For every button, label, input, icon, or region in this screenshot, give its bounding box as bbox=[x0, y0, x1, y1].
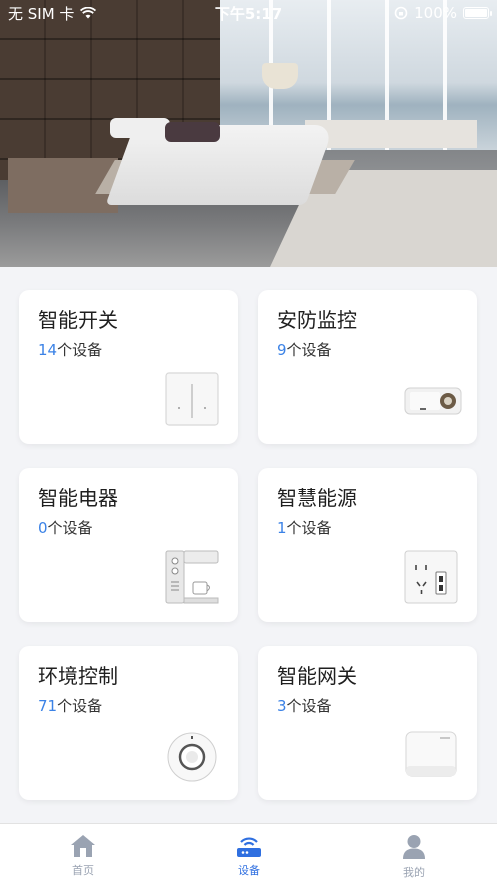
tab-label: 首页 bbox=[72, 864, 94, 877]
device-count-unit: 个设备 bbox=[47, 519, 93, 537]
hero-lamp bbox=[262, 63, 298, 89]
card-title: 智能电器 bbox=[38, 486, 118, 510]
rotation-lock-icon bbox=[394, 6, 408, 20]
battery-percent: 100% bbox=[414, 4, 457, 22]
hero-banner-image bbox=[0, 0, 497, 267]
router-icon bbox=[237, 837, 261, 857]
category-card-gateway[interactable]: 智能网关 3个设备 bbox=[258, 646, 477, 800]
bottom-tab-bar: 首页 设备 我的 bbox=[0, 823, 497, 883]
wall-socket-icon bbox=[404, 550, 458, 604]
device-count-number: 0 bbox=[38, 519, 48, 537]
card-title: 安防监控 bbox=[277, 308, 357, 332]
home-icon bbox=[71, 835, 95, 857]
doorbell-camera-icon bbox=[404, 387, 462, 415]
category-card-environment[interactable]: 环境控制 71个设备 bbox=[19, 646, 238, 800]
card-title: 智能网关 bbox=[277, 664, 357, 688]
user-icon bbox=[403, 835, 425, 859]
clock: 下午5:17 bbox=[214, 4, 283, 23]
status-bar: 无 SIM 卡 下午5:17 100% bbox=[0, 0, 497, 26]
device-count-number: 1 bbox=[277, 519, 287, 537]
card-device-count: 14个设备 bbox=[38, 339, 102, 360]
card-device-count: 71个设备 bbox=[38, 695, 102, 716]
gateway-icon bbox=[405, 731, 457, 777]
tab-label: 设备 bbox=[238, 864, 260, 877]
hero-pillow bbox=[165, 122, 220, 142]
device-count-number: 71 bbox=[38, 697, 58, 715]
card-device-count: 9个设备 bbox=[277, 339, 332, 360]
smart-switch-icon bbox=[165, 372, 219, 426]
tab-label: 我的 bbox=[403, 866, 425, 879]
card-device-count: 0个设备 bbox=[38, 517, 93, 538]
sensor-icon bbox=[167, 732, 217, 782]
category-card-security[interactable]: 安防监控 9个设备 bbox=[258, 290, 477, 444]
hero-desk bbox=[305, 120, 477, 148]
status-right: 100% bbox=[394, 4, 492, 22]
device-count-unit: 个设备 bbox=[57, 697, 103, 715]
status-left: 无 SIM 卡 bbox=[8, 3, 97, 24]
device-count-number: 9 bbox=[277, 341, 287, 359]
card-title: 智能开关 bbox=[38, 308, 118, 332]
hero-pillow bbox=[110, 118, 170, 138]
device-count-unit: 个设备 bbox=[57, 341, 103, 359]
card-title: 环境控制 bbox=[38, 664, 118, 688]
coffee-machine-icon bbox=[165, 550, 219, 604]
card-title: 智慧能源 bbox=[277, 486, 357, 510]
wifi-icon bbox=[80, 7, 97, 19]
category-card-smart-switch[interactable]: 智能开关 14个设备 bbox=[19, 290, 238, 444]
device-count-number: 14 bbox=[38, 341, 58, 359]
device-count-number: 3 bbox=[277, 697, 287, 715]
category-card-appliance[interactable]: 智能电器 0个设备 bbox=[19, 468, 238, 622]
device-count-unit: 个设备 bbox=[286, 341, 332, 359]
category-card-energy[interactable]: 智慧能源 1个设备 bbox=[258, 468, 477, 622]
device-count-unit: 个设备 bbox=[286, 519, 332, 537]
tab-profile[interactable]: 我的 bbox=[354, 824, 474, 883]
card-device-count: 1个设备 bbox=[277, 517, 332, 538]
battery-icon bbox=[463, 7, 492, 19]
card-device-count: 3个设备 bbox=[277, 695, 332, 716]
carrier-label: 无 SIM 卡 bbox=[8, 4, 75, 23]
device-count-unit: 个设备 bbox=[286, 697, 332, 715]
tab-devices[interactable]: 设备 bbox=[189, 824, 309, 883]
tab-home[interactable]: 首页 bbox=[23, 824, 143, 883]
